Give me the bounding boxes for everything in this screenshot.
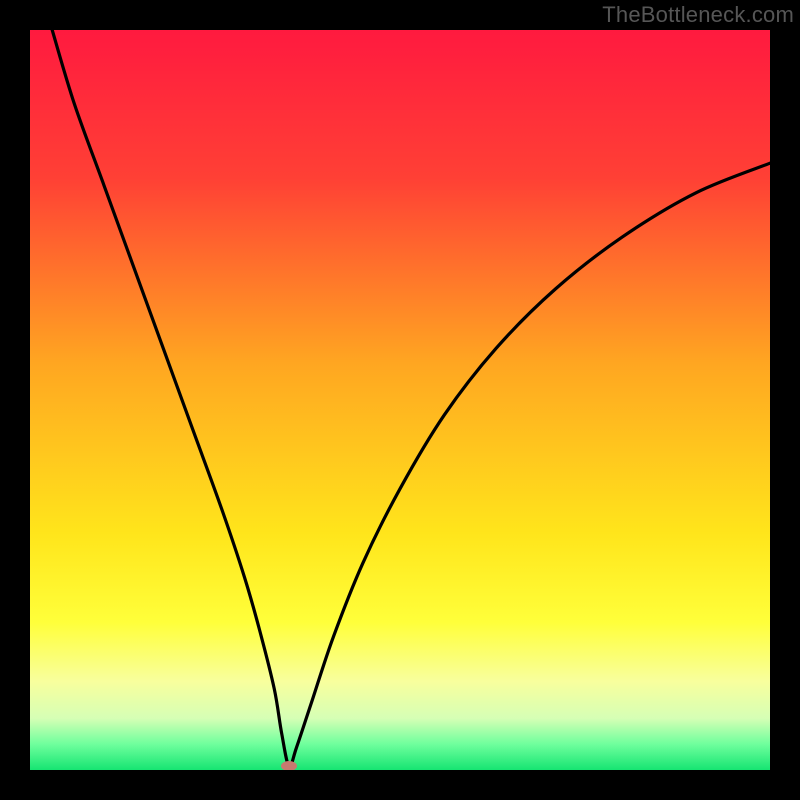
optimal-point-marker (281, 761, 297, 770)
bottleneck-curve (52, 30, 770, 767)
curve-svg (30, 30, 770, 770)
plot-area (30, 30, 770, 770)
watermark-text: TheBottleneck.com (602, 2, 794, 28)
chart-frame: TheBottleneck.com (0, 0, 800, 800)
